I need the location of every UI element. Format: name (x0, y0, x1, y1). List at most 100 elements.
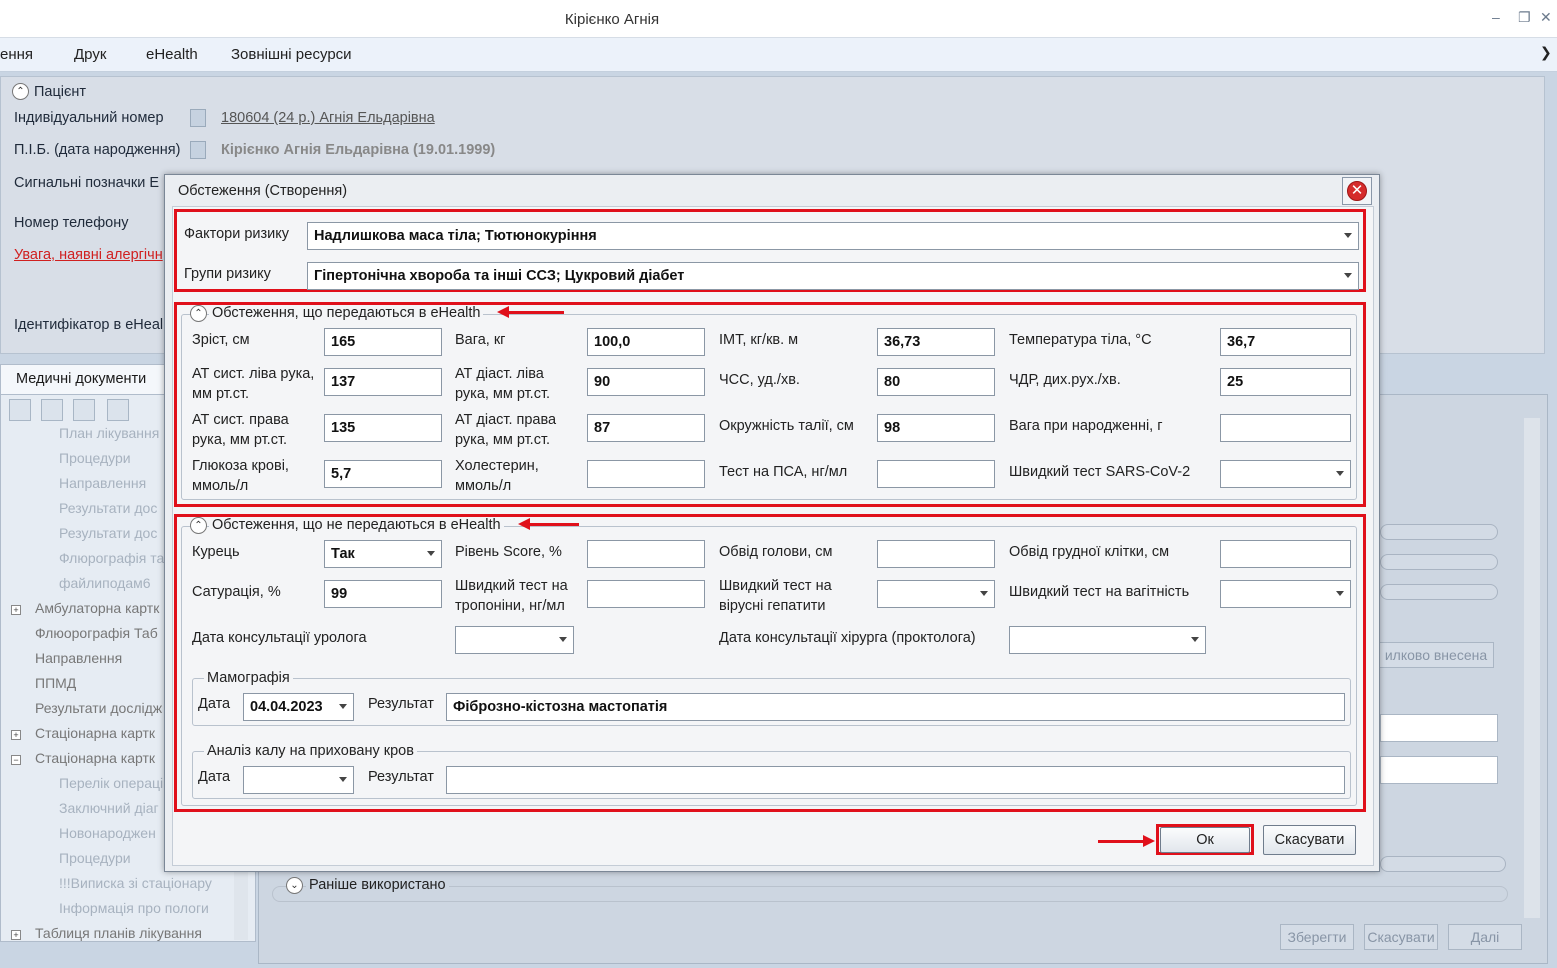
tree-item-label: Процедури (59, 450, 131, 466)
expand-icon[interactable]: + (11, 605, 21, 615)
sars-test-select[interactable] (1220, 460, 1351, 488)
tree-item-label: Стаціонарна картк (35, 725, 156, 741)
document-icon[interactable] (73, 399, 95, 421)
chest-circumference-input[interactable] (1220, 540, 1351, 568)
menu-item-external[interactable]: Зовнішні ресурси (231, 46, 352, 63)
dropdown-arrow-icon (339, 704, 347, 709)
tree-item-label: Інформація про пологи (59, 900, 209, 916)
urologist-date-select[interactable] (455, 626, 574, 654)
dialog-title: Обстеження (Створення) (178, 183, 348, 199)
height-input[interactable]: 165 (324, 328, 442, 356)
tree-item-label: Новонароджен (59, 825, 156, 841)
mammography-result-input[interactable]: Фіброзно-кістозна мастопатія (446, 693, 1345, 721)
ok-button[interactable]: Ок (1160, 827, 1250, 853)
menu-item-ehealth[interactable]: eHealth (146, 46, 198, 63)
allergy-warning-link[interactable]: Увага, наявні алергічн (14, 247, 163, 263)
saturation-input[interactable]: 99 (324, 580, 442, 608)
tree-item-label: Амбулаторна картк (35, 600, 160, 616)
dialog-close-button[interactable]: ✕ (1342, 177, 1372, 205)
earlier-used-title: Раніше використано (306, 877, 449, 893)
menu-item-print[interactable]: Друк (74, 46, 106, 63)
temperature-input[interactable]: 36,7 (1220, 328, 1351, 356)
dropdown-arrow-icon (427, 551, 435, 556)
collapse-icon[interactable]: ⌃ (190, 517, 207, 534)
phone-label: Номер телефону (14, 215, 129, 231)
patient-section-title: Пацієнт (34, 84, 87, 100)
bmi-input[interactable]: 36,73 (877, 328, 995, 356)
menu-item-view[interactable]: ення (0, 46, 33, 63)
birth-weight-label: Вага при народженні, г (1009, 418, 1163, 434)
sbp-right-input[interactable]: 135 (324, 414, 442, 442)
temperature-label: Температура тіла, °C (1009, 332, 1152, 348)
patient-id-link[interactable]: 180604 (24 р.) Агнія Ельдарівна (221, 110, 435, 126)
progress-bar (1380, 524, 1498, 540)
smoker-label: Курець (192, 544, 240, 560)
tree-item-label: Флюорографія Таб (35, 625, 158, 641)
right-field[interactable] (1380, 756, 1498, 784)
cholesterol-label: Холестерин, ммоль/л (455, 458, 539, 494)
expand-icon[interactable]: + (11, 730, 21, 740)
next-button[interactable]: Далі (1448, 924, 1522, 950)
heart-rate-input[interactable]: 80 (877, 368, 995, 396)
stool-test-result-input[interactable] (446, 766, 1345, 794)
dropdown-arrow-icon (559, 637, 567, 642)
cholesterol-input[interactable] (587, 460, 705, 488)
minimize-icon[interactable]: – (1492, 9, 1500, 25)
urologist-date-label: Дата консультації уролога (192, 630, 367, 646)
cancel-button[interactable]: Скасувати (1364, 924, 1438, 950)
tree-item-label: Перелік операці (59, 775, 164, 791)
troponin-label: Швидкий тест на тропоніни, нг/мл (455, 578, 568, 614)
surgeon-date-select[interactable] (1009, 626, 1206, 654)
birth-weight-input[interactable] (1220, 414, 1351, 442)
add-document-icon[interactable] (41, 399, 63, 421)
right-scrollbar[interactable] (1524, 418, 1540, 918)
collapse-icon[interactable]: ⌄ (286, 877, 303, 894)
psa-input[interactable] (877, 460, 995, 488)
head-circumference-input[interactable] (877, 540, 995, 568)
mammography-date-select[interactable]: 04.04.2023 (243, 693, 354, 721)
menu-bar: ення Друк eHealth Зовнішні ресурси ❯ (0, 38, 1557, 72)
cancel-button[interactable]: Скасувати (1263, 825, 1356, 855)
tab-medical-documents[interactable]: Медичні документи (0, 364, 166, 394)
sbp-left-input[interactable]: 137 (324, 368, 442, 396)
respiration-input[interactable]: 25 (1220, 368, 1351, 396)
pregnancy-test-select[interactable] (1220, 580, 1351, 608)
ehealth-id-label: Ідентифікатор в eHeal (14, 317, 164, 333)
stool-test-result-label: Результат (368, 769, 434, 785)
annotation-arrow (1143, 835, 1155, 847)
collapse-icon[interactable]: ⌃ (190, 305, 207, 322)
add-document-icon[interactable] (107, 399, 129, 421)
risk-factors-select[interactable]: Надлишкова маса тіла; Тютюнокуріння (307, 222, 1359, 250)
smoker-select[interactable]: Так (324, 540, 442, 568)
stool-test-date-select[interactable] (243, 766, 354, 794)
chevron-down-icon[interactable]: ❯ (1540, 44, 1552, 61)
tree-item-label: Процедури (59, 850, 131, 866)
weight-input[interactable]: 100,0 (587, 328, 705, 356)
right-field[interactable] (1380, 714, 1498, 742)
score-input[interactable] (587, 540, 705, 568)
restore-icon[interactable]: ❐ (1518, 9, 1531, 26)
collapse-icon[interactable]: − (11, 755, 21, 765)
close-icon[interactable]: ✕ (1540, 9, 1552, 26)
card-icon[interactable] (190, 141, 206, 159)
glucose-input[interactable]: 5,7 (324, 460, 442, 488)
risk-groups-select[interactable]: Гіпертонічна хвороба та інші ССЗ; Цукров… (307, 262, 1359, 290)
dropdown-arrow-icon (980, 591, 988, 596)
card-icon[interactable] (190, 109, 206, 127)
entered-status-button[interactable]: илково внесена (1378, 642, 1494, 668)
dropdown-arrow-icon (1336, 591, 1344, 596)
add-document-icon[interactable] (9, 399, 31, 421)
dropdown-arrow-icon (1344, 233, 1352, 238)
weight-label: Вага, кг (455, 332, 506, 348)
dbp-left-input[interactable]: 90 (587, 368, 705, 396)
dropdown-arrow-icon (1344, 273, 1352, 278)
tree-item-label: Флюрографія та (59, 550, 165, 566)
expand-icon[interactable]: + (11, 930, 21, 940)
dbp-right-input[interactable]: 87 (587, 414, 705, 442)
tree-item-label: План лікування (59, 425, 160, 441)
waist-input[interactable]: 98 (877, 414, 995, 442)
hepatitis-select[interactable] (877, 580, 995, 608)
collapse-icon[interactable]: ⌃ (12, 83, 29, 100)
save-button[interactable]: Зберегти (1280, 924, 1354, 950)
troponin-input[interactable] (587, 580, 705, 608)
